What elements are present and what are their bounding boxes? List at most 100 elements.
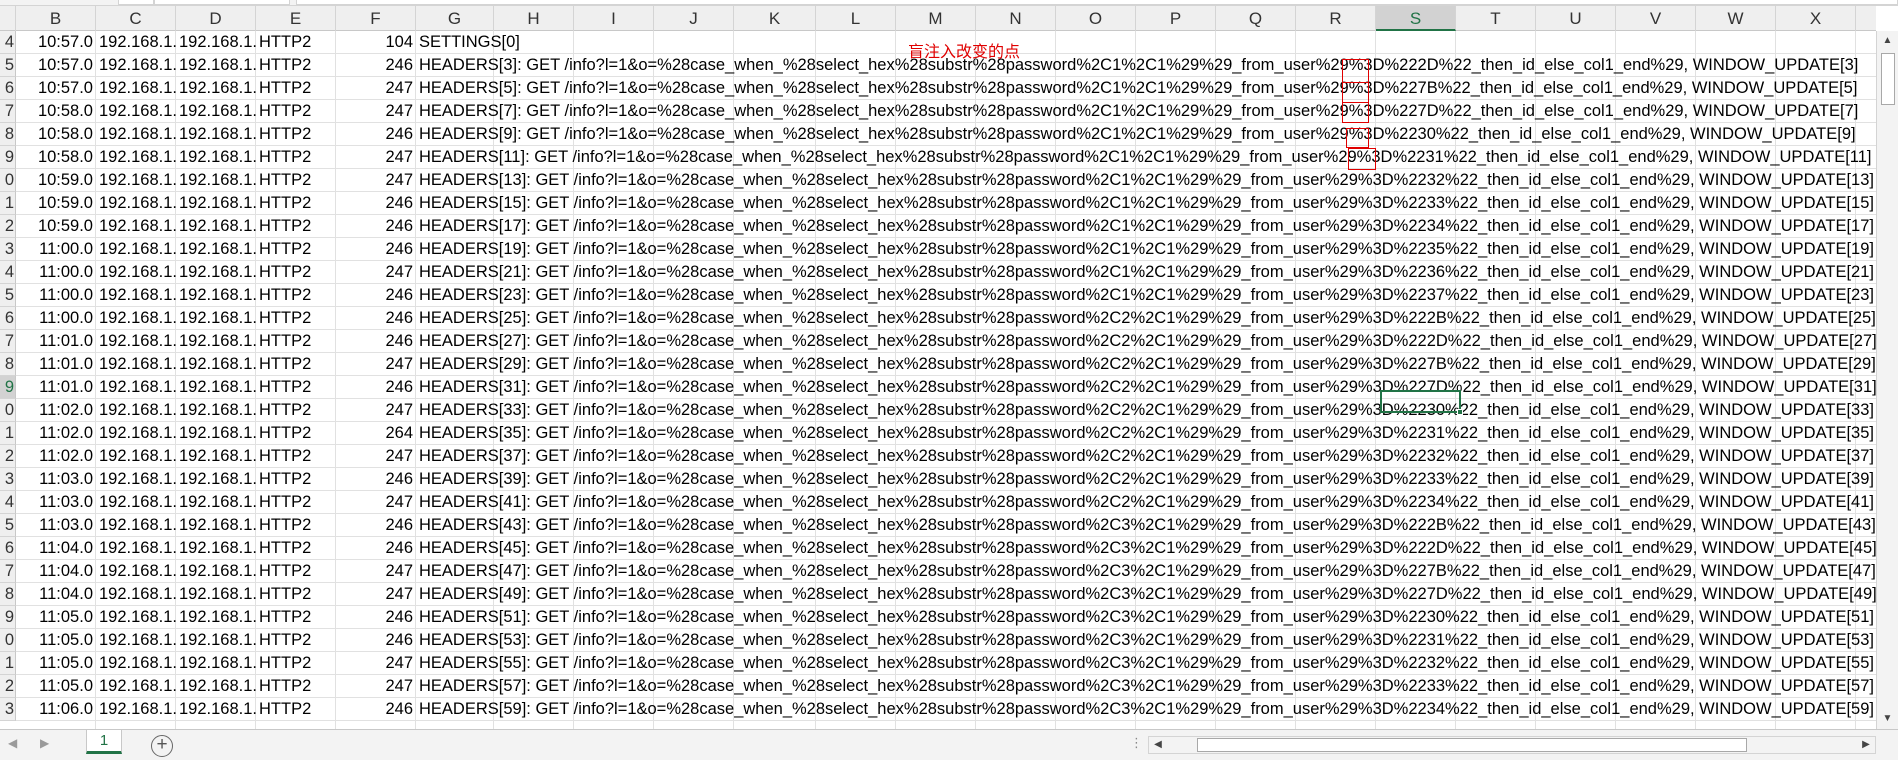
row-header[interactable]: 5 [0, 54, 16, 77]
row-header[interactable]: 6 [0, 307, 16, 330]
cell-source-ip[interactable]: 192.168.1. [96, 146, 176, 169]
row-header[interactable]: 9 [0, 146, 16, 169]
cell-length[interactable]: 247 [336, 560, 416, 583]
worksheet-grid[interactable]: 4 10:57.0 192.168.1. 192.168.1. HTTP2 104 SETT… [0, 31, 1876, 731]
cell-destination-ip[interactable]: 192.168.1. [176, 468, 256, 491]
cell-destination-ip[interactable]: 192.168.1. [176, 330, 256, 353]
cell-info[interactable]: HEADERS[17]: GET /info?l=1&o=%28case_whe… [416, 215, 1876, 238]
cell-source-ip[interactable]: 192.168.1. [96, 445, 176, 468]
cell-protocol[interactable]: HTTP2 [256, 353, 336, 376]
column-header-e[interactable]: E [256, 6, 336, 31]
horizontal-scrollbar[interactable]: ◀ ▶ [1148, 736, 1876, 754]
cell-source-ip[interactable]: 192.168.1. [96, 491, 176, 514]
cell-destination-ip[interactable]: 192.168.1. [176, 675, 256, 698]
cell-time[interactable]: 11:04.0 [16, 583, 96, 606]
cell-length[interactable]: 247 [336, 652, 416, 675]
column-header-o[interactable]: O [1056, 6, 1136, 31]
column-header-v[interactable]: V [1616, 6, 1696, 31]
cell-protocol[interactable]: HTTP2 [256, 54, 336, 77]
column-header-c[interactable]: C [96, 6, 176, 31]
cell-source-ip[interactable]: 192.168.1. [96, 675, 176, 698]
cell-length[interactable]: 246 [336, 215, 416, 238]
cell-length[interactable]: 247 [336, 169, 416, 192]
row-header[interactable]: 0 [0, 169, 16, 192]
column-header-t[interactable]: T [1456, 6, 1536, 31]
cell-source-ip[interactable]: 192.168.1. [96, 583, 176, 606]
cell-time[interactable]: 11:05.0 [16, 606, 96, 629]
cell-info[interactable]: HEADERS[15]: GET /info?l=1&o=%28case_whe… [416, 192, 1876, 215]
cell-source-ip[interactable]: 192.168.1. [96, 54, 176, 77]
cell-time[interactable]: 10:57.0 [16, 31, 96, 54]
column-header-k[interactable]: K [734, 6, 816, 31]
cell-info[interactable]: HEADERS[31]: GET /info?l=1&o=%28case_whe… [416, 376, 1876, 399]
cell-source-ip[interactable]: 192.168.1. [96, 514, 176, 537]
cell-destination-ip[interactable]: 192.168.1. [176, 652, 256, 675]
cell-time[interactable]: 11:01.0 [16, 330, 96, 353]
cell-source-ip[interactable]: 192.168.1. [96, 261, 176, 284]
cell-time[interactable]: 10:58.0 [16, 123, 96, 146]
row-header[interactable]: 9 [0, 376, 16, 399]
column-header-n[interactable]: N [976, 6, 1056, 31]
split-handle[interactable]: ⋮ [1130, 735, 1143, 751]
cell-destination-ip[interactable]: 192.168.1. [176, 399, 256, 422]
cell-length[interactable]: 246 [336, 123, 416, 146]
row-header[interactable]: 2 [0, 675, 16, 698]
cell-info[interactable]: HEADERS[29]: GET /info?l=1&o=%28case_whe… [416, 353, 1876, 376]
cell-length[interactable]: 264 [336, 422, 416, 445]
cell-length[interactable]: 247 [336, 491, 416, 514]
row-header[interactable]: 7 [0, 330, 16, 353]
cell-length[interactable]: 246 [336, 629, 416, 652]
cell-info[interactable]: HEADERS[45]: GET /info?l=1&o=%28case_whe… [416, 537, 1876, 560]
cell-source-ip[interactable]: 192.168.1. [96, 192, 176, 215]
cell-source-ip[interactable]: 192.168.1. [96, 560, 176, 583]
cell-length[interactable]: 247 [336, 399, 416, 422]
cell-destination-ip[interactable]: 192.168.1. [176, 192, 256, 215]
cell-source-ip[interactable]: 192.168.1. [96, 215, 176, 238]
cell-protocol[interactable]: HTTP2 [256, 31, 336, 54]
column-header-j[interactable]: J [654, 6, 734, 31]
cell-source-ip[interactable]: 192.168.1. [96, 422, 176, 445]
cell-destination-ip[interactable]: 192.168.1. [176, 54, 256, 77]
column-header-i[interactable]: I [574, 6, 654, 31]
cell-info[interactable]: HEADERS[19]: GET /info?l=1&o=%28case_whe… [416, 238, 1876, 261]
cell-info[interactable]: HEADERS[25]: GET /info?l=1&o=%28case_whe… [416, 307, 1876, 330]
row-header[interactable]: 1 [0, 422, 16, 445]
cell-source-ip[interactable]: 192.168.1. [96, 284, 176, 307]
cell-source-ip[interactable]: 192.168.1. [96, 31, 176, 54]
cell-info[interactable]: HEADERS[49]: GET /info?l=1&o=%28case_whe… [416, 583, 1876, 606]
triangle-right-icon[interactable]: ▶ [1857, 737, 1875, 753]
cell-length[interactable]: 247 [336, 675, 416, 698]
row-header[interactable]: 5 [0, 514, 16, 537]
cell-time[interactable]: 11:02.0 [16, 422, 96, 445]
cell-source-ip[interactable]: 192.168.1. [96, 238, 176, 261]
column-header-h[interactable]: H [494, 6, 574, 31]
cell-protocol[interactable]: HTTP2 [256, 169, 336, 192]
cell-destination-ip[interactable]: 192.168.1. [176, 238, 256, 261]
cell-destination-ip[interactable]: 192.168.1. [176, 307, 256, 330]
active-cell-cursor[interactable] [1380, 390, 1463, 415]
cell-source-ip[interactable]: 192.168.1. [96, 77, 176, 100]
cell-protocol[interactable]: HTTP2 [256, 307, 336, 330]
row-header[interactable]: 3 [0, 238, 16, 261]
cell-length[interactable]: 246 [336, 192, 416, 215]
row-header[interactable]: 2 [0, 445, 16, 468]
row-header[interactable]: 8 [0, 123, 16, 146]
cell-info[interactable]: HEADERS[35]: GET /info?l=1&o=%28case_whe… [416, 422, 1876, 445]
row-header[interactable]: 3 [0, 698, 16, 721]
cell-info[interactable]: SETTINGS[0] [416, 31, 523, 54]
row-header[interactable]: 6 [0, 537, 16, 560]
column-header-b[interactable]: B [16, 6, 96, 31]
cell-info[interactable]: HEADERS[11]: GET /info?l=1&o=%28case_whe… [416, 146, 1875, 169]
cell-destination-ip[interactable]: 192.168.1. [176, 123, 256, 146]
cell-destination-ip[interactable]: 192.168.1. [176, 422, 256, 445]
cell-length[interactable]: 246 [336, 698, 416, 721]
row-header[interactable]: 4 [0, 261, 16, 284]
cell-time[interactable]: 10:59.0 [16, 169, 96, 192]
row-header[interactable]: 3 [0, 468, 16, 491]
row-header[interactable]: 0 [0, 629, 16, 652]
column-header-p[interactable]: P [1136, 6, 1216, 31]
column-header-l[interactable]: L [816, 6, 896, 31]
cell-protocol[interactable]: HTTP2 [256, 675, 336, 698]
cell-info[interactable]: HEADERS[9]: GET /info?l=1&o=%28case_when… [416, 123, 1859, 146]
row-header[interactable]: 8 [0, 353, 16, 376]
